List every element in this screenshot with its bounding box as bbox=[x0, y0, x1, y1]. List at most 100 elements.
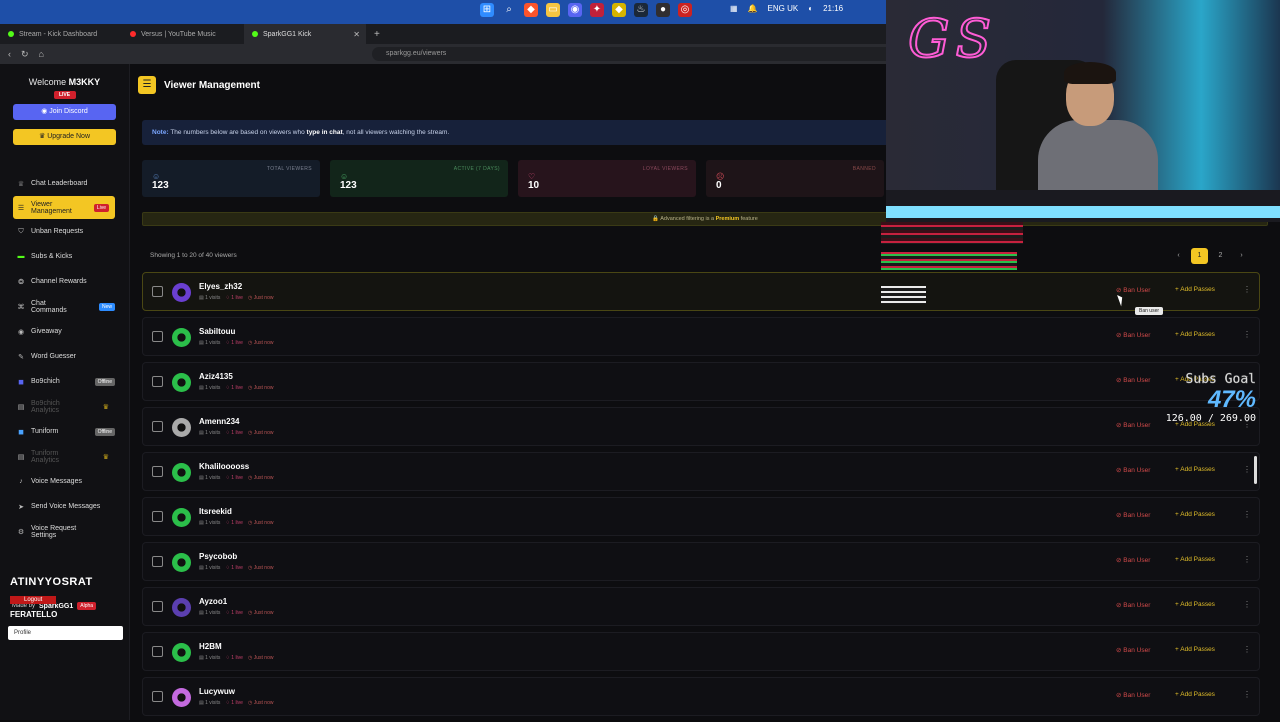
add-passes-button[interactable]: + Add Passes bbox=[1175, 556, 1215, 563]
obs-icon[interactable]: ● bbox=[656, 3, 670, 17]
tab-youtube-music[interactable]: Versus | YouTube Music bbox=[122, 24, 244, 44]
app-red-icon[interactable]: ✦ bbox=[590, 3, 604, 17]
viewer-row[interactable]: Lucywuw ▤ 1 visits ♢ 1 live ◷ Just now ⊘ Ban… bbox=[142, 677, 1260, 716]
viewer-name[interactable]: Ayzoo1 bbox=[199, 597, 227, 606]
add-passes-button[interactable]: + Add Passes bbox=[1175, 601, 1215, 608]
sidebar-item-channel-rewards[interactable]: ❂ Channel Rewards bbox=[0, 269, 129, 294]
more-options-icon[interactable]: ⋮ bbox=[1243, 690, 1251, 699]
sidebar-item-word-guesser[interactable]: ✎ Word Guesser bbox=[0, 344, 129, 369]
viewer-row[interactable]: Elyes_zh32 ▤ 1 visits ♢ 1 live ◷ Just now ⊘ … bbox=[142, 272, 1260, 315]
viewer-row[interactable]: Sabiltouu ▤ 1 visits ♢ 1 live ◷ Just now ⊘ B… bbox=[142, 317, 1260, 356]
notification-icon[interactable]: 🔔 bbox=[748, 4, 758, 13]
logout-button[interactable]: Logout bbox=[10, 596, 57, 604]
row-checkbox[interactable] bbox=[152, 511, 163, 522]
page-2-button[interactable]: 2 bbox=[1212, 248, 1229, 264]
add-passes-button[interactable]: + Add Passes bbox=[1175, 511, 1215, 518]
folder-icon[interactable]: ▭ bbox=[546, 3, 560, 17]
sidebar-item-bo9chich[interactable]: ◼ Bo9chich Offline bbox=[0, 369, 129, 394]
row-checkbox[interactable] bbox=[152, 691, 163, 702]
more-options-icon[interactable]: ⋮ bbox=[1243, 645, 1251, 654]
scrollbar[interactable] bbox=[1254, 456, 1257, 484]
sidebar-item-tuniform-analytics[interactable]: ▤ Tuniform Analytics ♛ bbox=[0, 444, 129, 469]
steam-icon[interactable]: ♨ bbox=[634, 3, 648, 17]
add-passes-button[interactable]: + Add Passes bbox=[1175, 646, 1215, 653]
row-checkbox[interactable] bbox=[152, 421, 163, 432]
add-passes-button[interactable]: + Add Passes bbox=[1175, 466, 1215, 473]
ban-user-button[interactable]: ⊘ Ban User bbox=[1116, 286, 1150, 294]
add-passes-button[interactable]: + Add Passes bbox=[1175, 691, 1215, 698]
ban-user-button[interactable]: ⊘ Ban User bbox=[1116, 646, 1150, 654]
sidebar-item-voice-messages[interactable]: ♪ Voice Messages bbox=[0, 469, 129, 494]
ban-user-button[interactable]: ⊘ Ban User bbox=[1116, 331, 1150, 339]
home-icon[interactable]: ⌂ bbox=[39, 49, 44, 59]
tab-kick-dashboard[interactable]: Stream - Kick Dashboard bbox=[0, 24, 122, 44]
row-checkbox[interactable] bbox=[152, 601, 163, 612]
viewer-row[interactable]: Aziz4135 ▤ 1 visits ♢ 1 live ◷ Just now ⊘ Ba… bbox=[142, 362, 1260, 401]
viewer-name[interactable]: Itsreekid bbox=[199, 507, 232, 516]
tray-grid-icon[interactable]: ▦ bbox=[730, 4, 738, 13]
ban-user-button[interactable]: ⊘ Ban User bbox=[1116, 601, 1150, 609]
viewer-row[interactable]: H2BM ▤ 1 visits ♢ 1 live ◷ Just now ⊘ Ban Us… bbox=[142, 632, 1260, 671]
sidebar-item-subs-kicks[interactable]: ▬ Subs & Kicks bbox=[0, 244, 129, 269]
next-page-icon[interactable]: › bbox=[1233, 248, 1250, 264]
more-options-icon[interactable]: ⋮ bbox=[1243, 510, 1251, 519]
discord-icon[interactable]: ◉ bbox=[568, 3, 582, 17]
viewer-row[interactable]: Psycobob ▤ 1 visits ♢ 1 live ◷ Just now ⊘ Ba… bbox=[142, 542, 1260, 581]
viewer-name[interactable]: H2BM bbox=[199, 642, 222, 651]
viewer-row[interactable]: Ayzoo1 ▤ 1 visits ♢ 1 live ◷ Just now ⊘ Ban … bbox=[142, 587, 1260, 626]
app-circle-icon[interactable]: ◎ bbox=[678, 3, 692, 17]
sidebar-item-voice-request-settings[interactable]: ⚙ Voice Request Settings bbox=[0, 519, 129, 544]
add-passes-button[interactable]: + Add Passes bbox=[1175, 331, 1215, 338]
more-options-icon[interactable]: ⋮ bbox=[1243, 555, 1251, 564]
sidebar-item-chat-commands[interactable]: ⌘ Chat Commands New bbox=[0, 294, 129, 319]
ban-user-button[interactable]: ⊘ Ban User bbox=[1116, 691, 1150, 699]
sidebar-item-chat-leaderboard[interactable]: ♕ Chat Leaderboard bbox=[0, 171, 129, 196]
sidebar-item-giveaway[interactable]: ◉ Giveaway bbox=[0, 319, 129, 344]
more-options-icon[interactable]: ⋮ bbox=[1243, 600, 1251, 609]
keyboard-language[interactable]: ENG UK bbox=[768, 4, 799, 13]
address-bar[interactable]: sparkgg.eu/viewers bbox=[372, 47, 892, 61]
viewer-name[interactable]: Lucywuw bbox=[199, 687, 235, 696]
new-tab-icon[interactable]: + bbox=[374, 29, 380, 40]
close-tab-icon[interactable]: ✕ bbox=[353, 30, 360, 39]
volume-icon[interactable]: ◐ bbox=[808, 4, 813, 13]
sidebar-item-viewer-management[interactable]: ☰ Viewer Management Live bbox=[13, 196, 115, 219]
row-checkbox[interactable] bbox=[152, 556, 163, 567]
sidebar-item-send-voice-messages[interactable]: ➤ Send Voice Messages bbox=[0, 494, 129, 519]
row-checkbox[interactable] bbox=[152, 646, 163, 657]
reload-icon[interactable]: ↻ bbox=[21, 49, 29, 60]
upgrade-button[interactable]: ♛ Upgrade Now bbox=[13, 129, 116, 145]
search-icon[interactable]: ⌕ bbox=[502, 3, 516, 17]
viewer-name[interactable]: Khalilooooss bbox=[199, 462, 249, 471]
viewer-row[interactable]: Khalilooooss ▤ 1 visits ♢ 1 live ◷ Just now… bbox=[142, 452, 1260, 491]
viewer-name[interactable]: Sabiltouu bbox=[199, 327, 235, 336]
ban-user-button[interactable]: ⊘ Ban User bbox=[1116, 466, 1150, 474]
viewer-row[interactable]: Itsreekid ▤ 1 visits ♢ 1 live ◷ Just now ⊘ B… bbox=[142, 497, 1260, 536]
prev-page-icon[interactable]: ‹ bbox=[1170, 248, 1187, 264]
viewer-name[interactable]: Elyes_zh32 bbox=[199, 282, 242, 291]
tab-sparkgg[interactable]: SparkGG1 Kick ✕ bbox=[244, 24, 366, 44]
browser-icon[interactable]: ◆ bbox=[524, 3, 538, 17]
viewer-name[interactable]: Psycobob bbox=[199, 552, 237, 561]
page-1-button[interactable]: 1 bbox=[1191, 248, 1208, 264]
viewer-name[interactable]: Amenn234 bbox=[199, 417, 239, 426]
back-icon[interactable]: ‹ bbox=[8, 49, 11, 59]
ban-user-button[interactable]: ⊘ Ban User bbox=[1116, 511, 1150, 519]
app-yellow-icon[interactable]: ◆ bbox=[612, 3, 626, 17]
sidebar-item-tuniform[interactable]: ◼ Tuniform Offline bbox=[0, 419, 129, 444]
windows-start-icon[interactable]: ⊞ bbox=[480, 3, 494, 17]
ban-user-button[interactable]: ⊘ Ban User bbox=[1116, 556, 1150, 564]
more-options-icon[interactable]: ⋮ bbox=[1243, 465, 1251, 474]
row-checkbox[interactable] bbox=[152, 376, 163, 387]
sidebar-item-bo9chich-analytics[interactable]: ▤ Bo9chich Analytics ♛ bbox=[0, 394, 129, 419]
sidebar-item-unban-requests[interactable]: ⛉ Unban Requests bbox=[0, 219, 129, 244]
add-passes-button[interactable]: + Add Passes bbox=[1175, 286, 1215, 293]
row-checkbox[interactable] bbox=[152, 466, 163, 477]
row-checkbox[interactable] bbox=[152, 331, 163, 342]
more-options-icon[interactable]: ⋮ bbox=[1243, 330, 1251, 339]
row-checkbox[interactable] bbox=[152, 286, 163, 297]
join-discord-button[interactable]: ◉ Join Discord bbox=[13, 104, 116, 120]
clock[interactable]: 21:16 bbox=[823, 4, 843, 13]
viewer-name[interactable]: Aziz4135 bbox=[199, 372, 233, 381]
more-options-icon[interactable]: ⋮ bbox=[1243, 285, 1251, 294]
